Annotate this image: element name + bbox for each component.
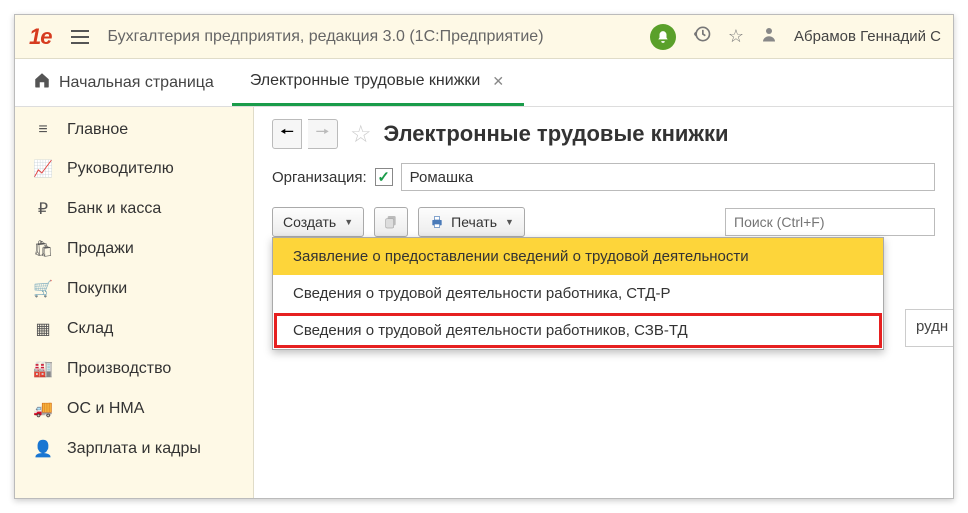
sidebar-item-assets[interactable]: 🚚 ОС и НМА [15, 389, 253, 429]
toolbar: Создать ▼ Печать ▼ Заявление о предостав… [272, 207, 935, 237]
sidebar-item-bank[interactable]: ₽ Банк и касса [15, 189, 253, 229]
cart-icon: 🛒 [33, 279, 53, 299]
sidebar-item-label: Главное [67, 121, 128, 139]
organization-input[interactable] [401, 163, 935, 191]
user-icon[interactable] [760, 25, 778, 48]
chevron-down-icon: ▼ [344, 217, 353, 227]
sidebar-item-label: Руководителю [67, 160, 174, 178]
factory-icon: 🏭 [33, 359, 53, 379]
tab-strip: Начальная страница Электронные трудовые … [15, 59, 953, 107]
user-name[interactable]: Абрамов Геннадий С [794, 28, 941, 45]
truck-icon: 🚚 [33, 399, 53, 419]
chart-icon: 📈 [33, 159, 53, 179]
sidebar-item-hr[interactable]: 👤 Зарплата и кадры [15, 429, 253, 469]
sidebar-item-purchases[interactable]: 🛒 Покупки [15, 269, 253, 309]
content-area: 🠔 🠖 ☆ Электронные трудовые книжки Органи… [254, 107, 953, 498]
sidebar-item-sales[interactable]: 🛍 Продажи [15, 229, 253, 269]
page-header: 🠔 🠖 ☆ Электронные трудовые книжки [272, 119, 935, 149]
tab-label: Электронные трудовые книжки [250, 72, 481, 90]
sidebar-item-label: Банк и касса [67, 200, 161, 218]
tab-home-label: Начальная страница [59, 74, 214, 92]
search-input[interactable] [725, 208, 935, 236]
sidebar-item-warehouse[interactable]: ▦ Склад [15, 309, 253, 349]
notifications-button[interactable] [650, 24, 676, 50]
grid-icon: ▦ [33, 319, 53, 339]
main-menu-button[interactable] [67, 24, 93, 50]
home-icon [33, 71, 51, 94]
sidebar-item-label: Склад [67, 320, 113, 338]
person-icon: 👤 [33, 439, 53, 459]
favorite-star-icon[interactable]: ☆ [350, 120, 372, 149]
chevron-down-icon: ▼ [505, 217, 514, 227]
favorite-star-icon[interactable]: ☆ [728, 26, 744, 47]
create-dropdown-menu: Заявление о предоставлении сведений о тр… [272, 237, 884, 350]
sidebar-item-label: Покупки [67, 280, 127, 298]
create-button-label: Создать [283, 214, 336, 230]
tab-close-icon[interactable]: ✕ [490, 71, 506, 92]
sidebar-item-label: ОС и НМА [67, 400, 144, 418]
organization-label: Организация: [272, 169, 367, 186]
print-button[interactable]: Печать ▼ [418, 207, 525, 237]
create-button[interactable]: Создать ▼ [272, 207, 364, 237]
nav-back-button[interactable]: 🠔 [272, 119, 302, 149]
sidebar-item-label: Производство [67, 360, 171, 378]
filter-row: Организация: ✓ [272, 163, 935, 191]
sidebar: ≡ Главное 📈 Руководителю ₽ Банк и касса … [15, 107, 254, 498]
app-logo: 1e [21, 24, 59, 50]
page-title: Электронные трудовые книжки [384, 121, 729, 147]
sidebar-item-production[interactable]: 🏭 Производство [15, 349, 253, 389]
tab-electronic-workbooks[interactable]: Электронные трудовые книжки ✕ [232, 59, 524, 106]
tab-home[interactable]: Начальная страница [15, 59, 232, 106]
bag-icon: 🛍 [33, 239, 53, 259]
menu-item-std-r[interactable]: Сведения о трудовой деятельности работни… [273, 275, 883, 312]
print-button-label: Печать [451, 214, 497, 230]
nav-forward-button[interactable]: 🠖 [308, 119, 338, 149]
history-icon[interactable] [692, 24, 712, 49]
top-bar: 1e Бухгалтерия предприятия, редакция 3.0… [15, 15, 953, 59]
menu-item-statement[interactable]: Заявление о предоставлении сведений о тр… [273, 238, 883, 275]
ruble-icon: ₽ [33, 199, 53, 219]
sidebar-item-manager[interactable]: 📈 Руководителю [15, 149, 253, 189]
list-icon: ≡ [33, 121, 53, 139]
menu-item-szv-td[interactable]: Сведения о трудовой деятельности работни… [273, 312, 883, 349]
app-title: Бухгалтерия предприятия, редакция 3.0 (1… [101, 28, 649, 46]
sidebar-item-label: Продажи [67, 240, 134, 258]
sidebar-item-main[interactable]: ≡ Главное [15, 111, 253, 149]
organization-checkbox[interactable]: ✓ [375, 168, 393, 186]
copy-button[interactable] [374, 207, 408, 237]
sidebar-item-label: Зарплата и кадры [67, 440, 201, 458]
table-column-fragment: рудн [905, 309, 953, 347]
